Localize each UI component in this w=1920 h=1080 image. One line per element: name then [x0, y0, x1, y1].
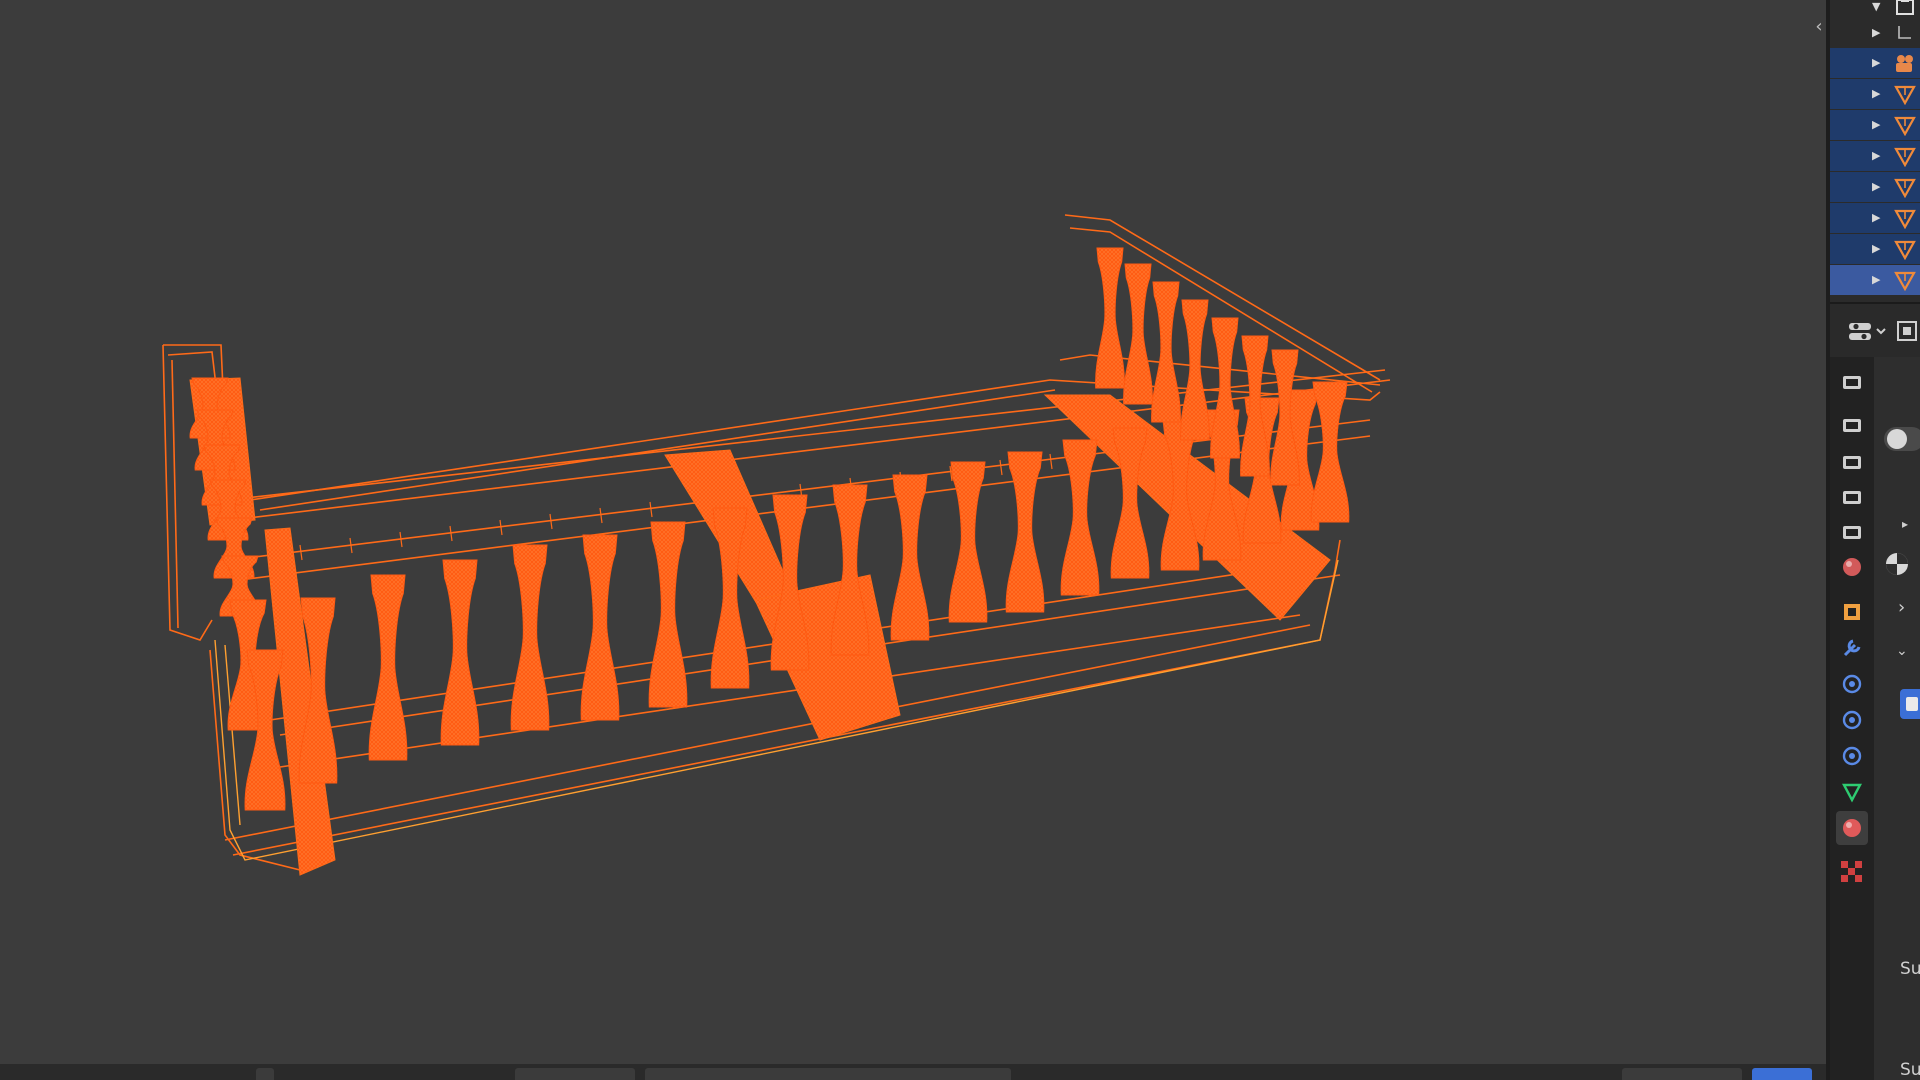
- outliner-row[interactable]: ▶: [1830, 203, 1920, 233]
- outliner-row[interactable]: ▶: [1830, 79, 1920, 109]
- disclosure-triangle-icon[interactable]: ▶: [1872, 26, 1880, 39]
- tab-world[interactable]: [1836, 550, 1868, 584]
- baluster: [1151, 281, 1181, 423]
- baluster: [1180, 299, 1210, 441]
- chevron-down-icon[interactable]: ⌄: [1896, 643, 1908, 659]
- fullscreen-icon[interactable]: [1894, 318, 1920, 346]
- baluster: [580, 534, 620, 721]
- tab-view-layer[interactable]: [1836, 480, 1868, 514]
- camera-icon: [1896, 55, 1913, 72]
- slot-button[interactable]: [1900, 689, 1920, 719]
- properties-tabs: [1830, 357, 1874, 1080]
- mesh-icon: [1894, 271, 1916, 291]
- tab-material[interactable]: [1836, 811, 1868, 845]
- tab-data[interactable]: [1836, 775, 1868, 809]
- mesh-icon: [1894, 85, 1916, 105]
- collection-icon: [1896, 0, 1914, 15]
- status-item[interactable]: [1752, 1068, 1812, 1080]
- tab-particles[interactable]: [1836, 667, 1868, 701]
- baluster: [1123, 263, 1153, 405]
- baluster: [1095, 247, 1125, 389]
- support-blocks: [189, 377, 1331, 876]
- 3d-viewport[interactable]: ‹: [0, 0, 1826, 1064]
- tab-render[interactable]: [1836, 408, 1868, 442]
- tab-object[interactable]: [1836, 595, 1868, 629]
- child-icon: [1898, 26, 1911, 39]
- mesh-icon: [1894, 178, 1916, 198]
- baluster: [1210, 317, 1240, 459]
- disclosure-triangle-icon[interactable]: ▶: [1872, 149, 1880, 162]
- properties-header: [1830, 302, 1920, 359]
- object-icon: [1844, 604, 1860, 620]
- disclosure-triangle-icon[interactable]: ▶: [1872, 180, 1880, 193]
- baluster: [368, 574, 408, 761]
- material-slot-icon: [1906, 697, 1918, 711]
- particles-icon: [1842, 674, 1862, 694]
- disclosure-triangle-icon[interactable]: ▶: [1872, 87, 1880, 100]
- tab-physics[interactable]: [1836, 703, 1868, 737]
- baluster: [1060, 439, 1100, 596]
- scene-icon: [1843, 526, 1861, 539]
- sphere-icon: [1887, 429, 1907, 449]
- status-item[interactable]: [1622, 1068, 1742, 1080]
- physics-icon: [1842, 710, 1862, 730]
- mesh-icon: [1894, 116, 1916, 136]
- data-icon: [1842, 783, 1862, 803]
- tab-tool[interactable]: [1836, 365, 1868, 399]
- outliner-row[interactable]: ▶: [1830, 110, 1920, 140]
- chevron-left-icon[interactable]: ‹: [1812, 16, 1826, 38]
- expand-arrow-icon[interactable]: ▸: [1902, 517, 1908, 531]
- output-icon: [1843, 456, 1861, 469]
- texture-icon: [1841, 861, 1862, 882]
- status-item[interactable]: [645, 1068, 1011, 1080]
- outliner-row[interactable]: ▶: [1830, 141, 1920, 171]
- constraints-icon: [1842, 746, 1862, 766]
- disclosure-triangle-icon[interactable]: ▼: [1872, 0, 1880, 13]
- outliner[interactable]: ▼ ▶ ▶ ▶ ▶ ▶ ▶ ▶ ▶ ▶: [1830, 0, 1920, 302]
- status-item[interactable]: [256, 1068, 274, 1080]
- render-icon: [1843, 419, 1861, 432]
- chevron-right-icon[interactable]: ›: [1898, 597, 1905, 618]
- balusters: [189, 247, 1350, 811]
- tab-modifier[interactable]: [1836, 631, 1868, 665]
- outliner-row[interactable]: ▶: [1830, 172, 1920, 202]
- editor-type-icon[interactable]: [1848, 320, 1888, 344]
- disclosure-triangle-icon[interactable]: ▶: [1872, 118, 1880, 131]
- tab-constraints[interactable]: [1836, 739, 1868, 773]
- tool-icon: [1843, 376, 1861, 389]
- disclosure-triangle-icon[interactable]: ▶: [1872, 273, 1880, 286]
- world-icon: [1843, 558, 1861, 576]
- tab-scene[interactable]: [1836, 515, 1868, 549]
- panel-label-1: Su: [1900, 959, 1920, 979]
- baluster: [510, 544, 550, 731]
- viewport-scene: [162, 214, 1391, 876]
- disclosure-triangle-icon[interactable]: ▶: [1872, 211, 1880, 224]
- disclosure-triangle-icon[interactable]: ▶: [1872, 242, 1880, 255]
- baluster: [440, 559, 480, 746]
- mesh-icon: [1894, 147, 1916, 167]
- outliner-row[interactable]: ▶: [1830, 265, 1920, 295]
- mesh-icon: [1894, 209, 1916, 229]
- material-icon: [1843, 819, 1861, 837]
- baluster: [648, 521, 688, 708]
- tab-texture[interactable]: [1836, 855, 1868, 889]
- baluster: [890, 474, 930, 641]
- preview-sphere-toggle[interactable]: [1884, 427, 1920, 451]
- panel-label-2: Su: [1900, 1060, 1920, 1080]
- baluster: [1310, 381, 1350, 523]
- baluster: [830, 484, 870, 656]
- modifier-icon: [1843, 639, 1861, 657]
- view-layer-icon: [1843, 491, 1861, 504]
- disclosure-triangle-icon[interactable]: ▶: [1872, 56, 1880, 69]
- outliner-row[interactable]: ▶: [1830, 48, 1920, 78]
- outliner-row[interactable]: ▶: [1830, 18, 1920, 48]
- tab-output[interactable]: [1836, 445, 1868, 479]
- baluster: [1005, 451, 1045, 613]
- material-preview-icon[interactable]: [1886, 553, 1908, 575]
- properties-content: ▸ › ⌄ Su Su: [1874, 357, 1920, 1080]
- outliner-row[interactable]: ▶: [1830, 234, 1920, 264]
- status-item[interactable]: [515, 1068, 635, 1080]
- mesh-icon: [1894, 240, 1916, 260]
- status-bar: [0, 1064, 1826, 1080]
